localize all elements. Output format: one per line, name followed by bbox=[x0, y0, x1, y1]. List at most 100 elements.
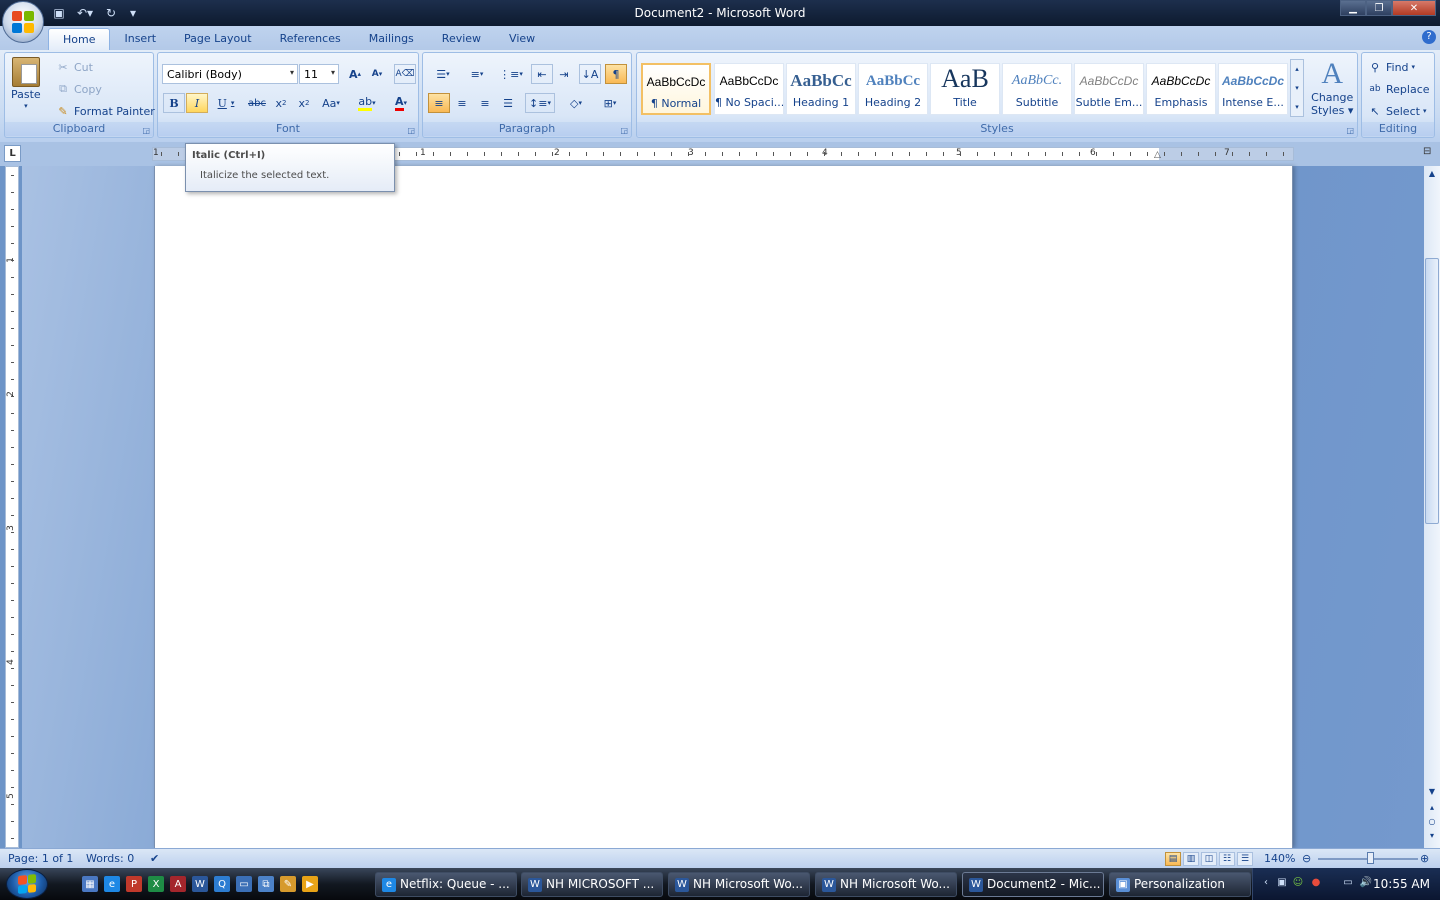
style-subtitle[interactable]: AaBbCc. Subtitle bbox=[1002, 63, 1072, 115]
view-ruler-icon[interactable]: ⊟ bbox=[1423, 146, 1437, 160]
office-button[interactable] bbox=[2, 1, 44, 43]
media-player-icon[interactable]: ▶ bbox=[302, 876, 318, 892]
messenger-icon[interactable]: ☺ bbox=[1291, 877, 1305, 891]
gallery-more-icon[interactable]: ▾ bbox=[1291, 98, 1303, 117]
decrease-indent-icon[interactable]: ⇤ bbox=[531, 64, 553, 84]
tray-expand-icon[interactable]: ‹ bbox=[1259, 877, 1273, 891]
taskbar-item[interactable]: W NH Microsoft Wo... bbox=[815, 872, 957, 897]
justify-icon[interactable]: ☰ bbox=[497, 93, 519, 113]
taskbar-item[interactable]: ▣ Personalization bbox=[1109, 872, 1251, 897]
style-emphasis[interactable]: AaBbCcDc Emphasis bbox=[1146, 63, 1216, 115]
styles-launcher-icon[interactable]: ◲ bbox=[1346, 126, 1354, 135]
volume-icon[interactable]: 🔊 bbox=[1359, 877, 1373, 891]
find-button[interactable]: ⚲ Find ▾ bbox=[1367, 59, 1415, 75]
clear-formatting-icon[interactable]: A⌫ bbox=[394, 64, 416, 84]
format-painter-button[interactable]: ✎ Format Painter bbox=[55, 103, 154, 119]
font-family-combo[interactable]: Calibri (Body) ▾ bbox=[162, 64, 298, 84]
right-indent-marker-icon[interactable]: △ bbox=[1154, 150, 1161, 160]
replace-button[interactable]: ab Replace bbox=[1367, 81, 1429, 97]
font-size-combo[interactable]: 11 ▾ bbox=[299, 64, 339, 84]
previous-page-icon[interactable]: ▴ bbox=[1426, 802, 1438, 814]
minimize-button[interactable]: ▁ bbox=[1340, 0, 1366, 16]
underline-icon[interactable]: U ▾ bbox=[210, 93, 242, 113]
style-heading-1[interactable]: AaBbCc Heading 1 bbox=[786, 63, 856, 115]
increase-indent-icon[interactable]: ⇥ bbox=[553, 64, 575, 84]
style-title[interactable]: AaB Title bbox=[930, 63, 1000, 115]
tab-home[interactable]: Home bbox=[48, 28, 111, 50]
draft-view-icon[interactable]: ☰ bbox=[1237, 852, 1253, 866]
borders-icon[interactable]: ⊞ ▾ bbox=[595, 93, 625, 113]
tab-selector-button[interactable]: L bbox=[4, 145, 21, 162]
taskbar-item[interactable]: W NH Microsoft Wo... bbox=[668, 872, 810, 897]
line-spacing-icon[interactable]: ↕≡ ▾ bbox=[525, 93, 555, 113]
display-icon[interactable]: ▭ bbox=[1341, 877, 1355, 891]
help-icon[interactable]: ? bbox=[1422, 30, 1436, 44]
superscript-icon[interactable]: x2 bbox=[293, 93, 315, 113]
paragraph-launcher-icon[interactable]: ◲ bbox=[620, 126, 628, 135]
paste-button[interactable]: Paste ▾ bbox=[11, 57, 41, 110]
strikethrough-icon[interactable]: abc bbox=[246, 93, 268, 113]
internet-explorer-icon[interactable]: e bbox=[104, 876, 120, 892]
change-styles-button[interactable]: A Change Styles ▾ bbox=[1311, 57, 1353, 117]
zoom-slider-thumb[interactable] bbox=[1367, 852, 1374, 864]
style-normal[interactable]: AaBbCcDc ¶ Normal bbox=[641, 63, 711, 115]
tab-page-layout[interactable]: Page Layout bbox=[170, 28, 266, 50]
vertical-scrollbar[interactable]: ▲ ▼ ▴ ○ ▾ bbox=[1424, 166, 1440, 848]
taskbar-item-active[interactable]: W Document2 - Mic... bbox=[962, 872, 1104, 897]
excel-icon[interactable]: X bbox=[148, 876, 164, 892]
gallery-down-icon[interactable]: ▾ bbox=[1291, 79, 1303, 98]
font-color-icon[interactable]: A ▾ bbox=[386, 93, 416, 113]
sort-icon[interactable]: ↓A bbox=[579, 64, 601, 84]
align-right-icon[interactable]: ≡ bbox=[474, 93, 496, 113]
subscript-icon[interactable]: x2 bbox=[270, 93, 292, 113]
taskbar-item[interactable]: W NH MICROSOFT ... bbox=[521, 872, 663, 897]
zoom-out-icon[interactable]: ⊖ bbox=[1302, 852, 1311, 865]
tools-icon[interactable]: ✎ bbox=[280, 876, 296, 892]
numbering-icon[interactable]: ≡ ▾ bbox=[461, 64, 493, 84]
close-button[interactable]: ✕ bbox=[1392, 0, 1436, 16]
restore-button[interactable]: ❐ bbox=[1366, 0, 1392, 16]
word-icon[interactable]: W bbox=[192, 876, 208, 892]
network-icon[interactable]: ▣ bbox=[1275, 877, 1289, 891]
switch-windows-icon[interactable]: ⧉ bbox=[258, 876, 274, 892]
bullets-icon[interactable]: ☰ ▾ bbox=[427, 64, 459, 84]
cut-button[interactable]: ✂ Cut bbox=[55, 59, 93, 75]
document-page[interactable] bbox=[154, 166, 1293, 848]
zoom-level[interactable]: 140% bbox=[1264, 852, 1295, 865]
style-subtle-emphasis[interactable]: AaBbCcDc Subtle Em... bbox=[1074, 63, 1144, 115]
tab-references[interactable]: References bbox=[266, 28, 355, 50]
highlight-icon[interactable]: ab ▾ bbox=[352, 93, 382, 113]
next-page-icon[interactable]: ▾ bbox=[1426, 830, 1438, 842]
taskbar-item[interactable]: e Netflix: Queue - ... bbox=[375, 872, 517, 897]
tab-review[interactable]: Review bbox=[428, 28, 495, 50]
change-case-icon[interactable]: Aa ▾ bbox=[316, 93, 346, 113]
clipboard-launcher-icon[interactable]: ◲ bbox=[142, 126, 150, 135]
shrink-font-icon[interactable]: A ▾ bbox=[366, 64, 388, 84]
browse-object-icon[interactable]: ○ bbox=[1426, 816, 1438, 828]
align-center-icon[interactable]: ≡ bbox=[451, 93, 473, 113]
search-icon[interactable]: Q bbox=[214, 876, 230, 892]
style-intense-emphasis[interactable]: AaBbCcDc Intense E... bbox=[1218, 63, 1288, 115]
tab-view[interactable]: View bbox=[495, 28, 549, 50]
scroll-down-icon[interactable]: ▼ bbox=[1426, 786, 1438, 798]
full-screen-reading-icon[interactable]: ▥ bbox=[1183, 852, 1199, 866]
web-layout-icon[interactable]: ◫ bbox=[1201, 852, 1217, 866]
word-count[interactable]: Words: 0 bbox=[86, 852, 134, 865]
monitor-icon[interactable]: ▭ bbox=[236, 876, 252, 892]
align-left-icon[interactable]: ≡ bbox=[428, 93, 450, 113]
bold-icon[interactable]: B bbox=[163, 93, 185, 113]
gallery-up-icon[interactable]: ▴ bbox=[1291, 60, 1303, 79]
start-button[interactable] bbox=[6, 869, 48, 899]
access-icon[interactable]: A bbox=[170, 876, 186, 892]
style-heading-2[interactable]: AaBbCc Heading 2 bbox=[858, 63, 928, 115]
proofing-icon[interactable]: ✔ bbox=[150, 852, 159, 865]
select-button[interactable]: ↖ Select ▾ bbox=[1367, 103, 1426, 119]
copy-button[interactable]: ⧉ Copy bbox=[55, 81, 102, 97]
clock[interactable]: 10:55 AM bbox=[1373, 877, 1430, 891]
shading-icon[interactable]: ◇ ▾ bbox=[561, 93, 591, 113]
powerpoint-icon[interactable]: P bbox=[126, 876, 142, 892]
scroll-up-icon[interactable]: ▲ bbox=[1426, 168, 1438, 180]
italic-icon[interactable]: I bbox=[186, 93, 208, 113]
font-launcher-icon[interactable]: ◲ bbox=[407, 126, 415, 135]
scroll-thumb[interactable] bbox=[1425, 258, 1439, 524]
